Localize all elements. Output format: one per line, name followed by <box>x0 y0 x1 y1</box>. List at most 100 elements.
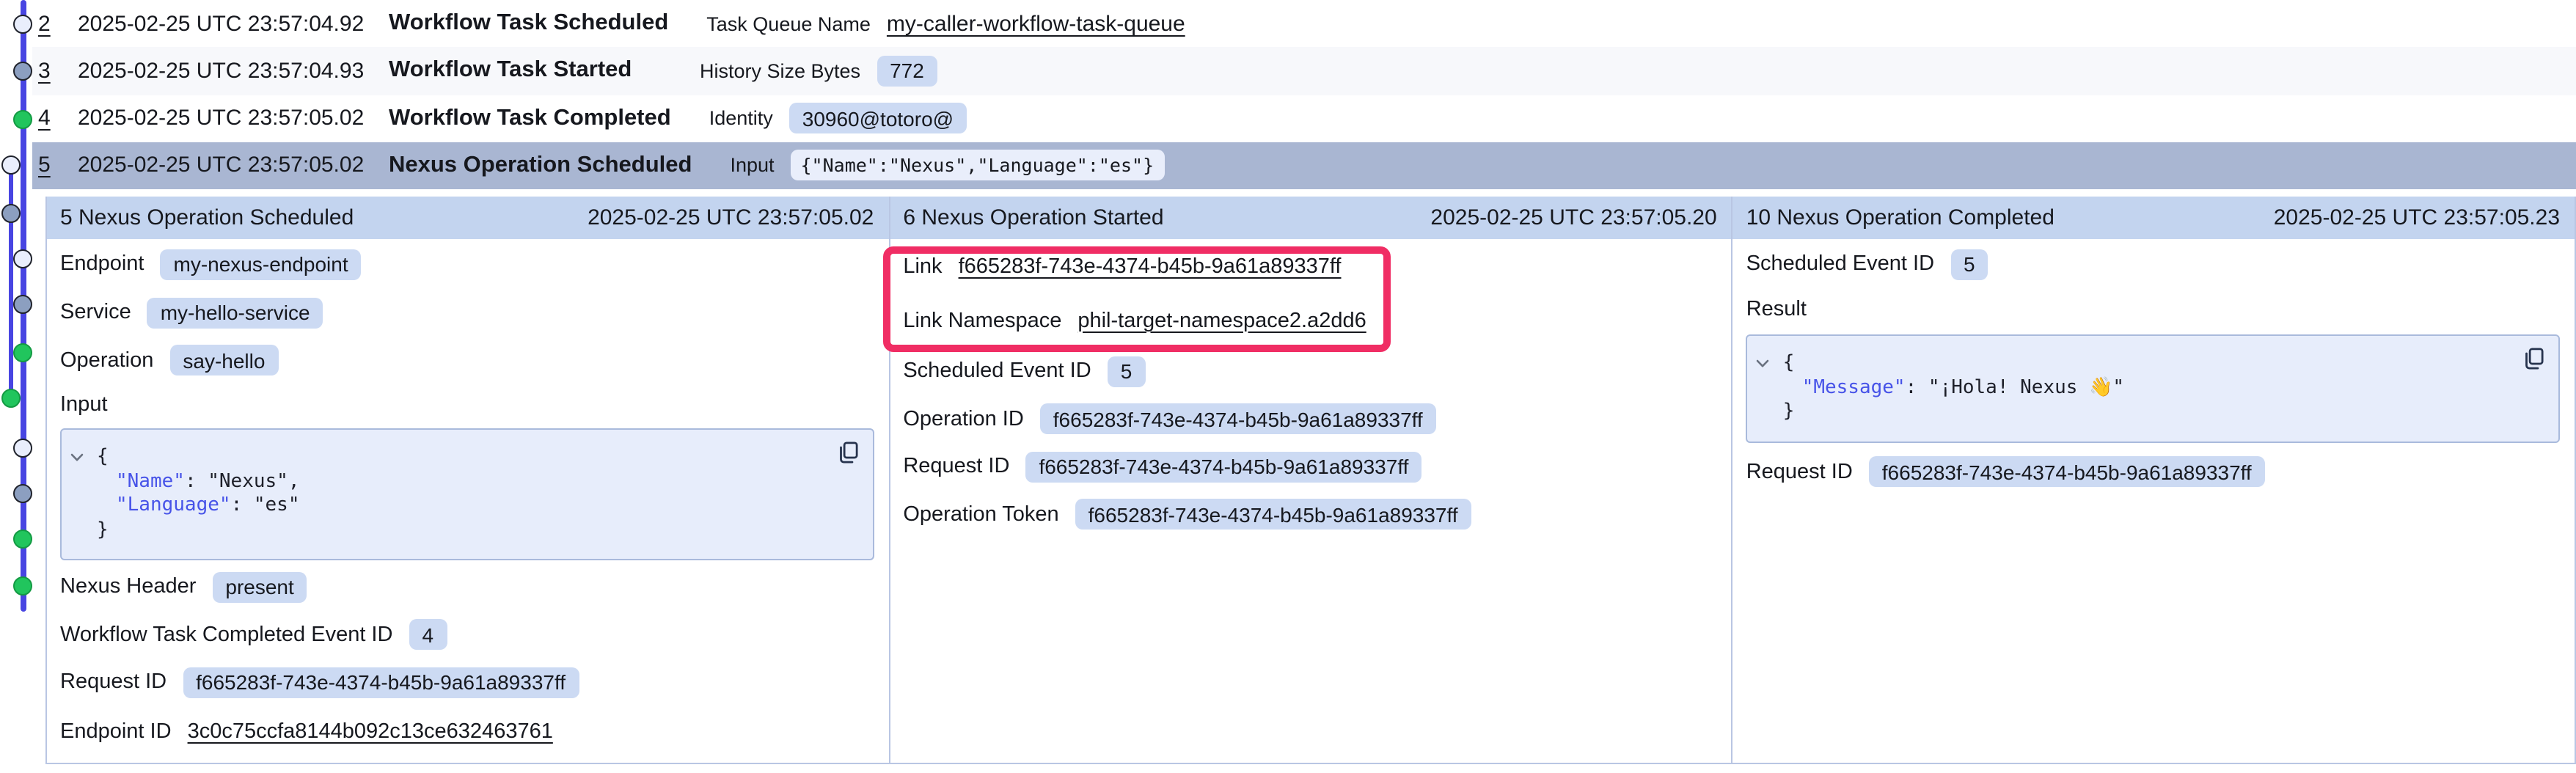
chevron-down-icon[interactable] <box>1757 359 1770 368</box>
field-label: Request ID <box>903 455 1009 479</box>
field-row-request-id: Request ID f665283f-743e-4374-b45b-9a61a8… <box>890 443 1731 491</box>
event-number-link[interactable]: 4 <box>38 106 78 131</box>
field-label: Nexus Header <box>60 576 196 599</box>
event-name: Workflow Task Scheduled <box>389 10 668 37</box>
field-row-operation: Operation say-hello <box>47 337 888 384</box>
field-label: Operation Token <box>903 503 1058 527</box>
field-value-badge: say-hello <box>169 345 278 376</box>
timeline-dot-gray <box>13 484 32 503</box>
json-text: : <box>231 494 254 516</box>
event-timestamp: 2025-02-25 UTC 23:57:05.02 <box>78 153 389 178</box>
panel-nexus-operation-scheduled: 5 Nexus Operation Scheduled 2025-02-25 U… <box>47 197 888 763</box>
event-attr-label: Task Queue Name <box>706 12 871 34</box>
json-text: } <box>97 519 109 541</box>
field-value-link[interactable]: phil-target-namespace2.a2dd6 <box>1077 309 1366 332</box>
field-label: Workflow Task Completed Event ID <box>60 623 392 647</box>
field-value-badge: 4 <box>409 620 447 651</box>
field-row-nexus-header: Nexus Headerpresent <box>47 563 888 611</box>
field-value-badge: f665283f-743e-4374-b45b-9a61a89337ff <box>183 667 579 698</box>
field-row-workflow-task-completed-event-id: Workflow Task Completed Event ID 4 <box>47 611 888 659</box>
field-label: Endpoint <box>60 252 144 276</box>
event-timestamp: 2025-02-25 UTC 23:57:05.02 <box>78 106 389 131</box>
panel-fields-0: Endpointmy-nexus-endpoint Service my-hello… <box>47 239 888 758</box>
panel-header: 5 Nexus Operation Scheduled 2025-02-25 U… <box>47 197 888 239</box>
event-attr-link[interactable]: my-caller-workflow-task-queue <box>887 11 1185 36</box>
json-text: : <box>185 470 208 492</box>
timeline-dot-green <box>1 389 21 408</box>
event-attr-label: History Size Bytes <box>700 60 860 82</box>
field-label: Scheduled Event ID <box>1746 252 1934 276</box>
json-key: "Name" <box>116 470 185 492</box>
code-line: "Name": "Nexus", <box>62 470 831 494</box>
event-attr-badge: 772 <box>877 56 937 87</box>
field-value-badge: f665283f-743e-4374-b45b-9a61a89337ff <box>1025 452 1421 483</box>
field-value-badge: f665283f-743e-4374-b45b-9a61a89337ff <box>1869 457 2265 488</box>
timeline-dot-green <box>13 109 32 128</box>
field-row-operation-token: Operation Token f665283f-743e-4374-b45b-9… <box>890 491 1731 538</box>
timeline-dot-white <box>13 438 32 457</box>
event-row-5[interactable]: 52025-02-25 UTC 23:57:05.02Nexus Operati… <box>32 142 2576 190</box>
timeline-line-left <box>9 164 13 399</box>
event-row-4[interactable]: 42025-02-25 UTC 23:57:05.02Workflow Task… <box>32 95 2576 142</box>
event-number-link[interactable]: 2 <box>38 11 78 36</box>
event-detail-panels: 5 Nexus Operation Scheduled 2025-02-25 U… <box>45 197 2576 764</box>
timeline-dot-white <box>1 155 21 174</box>
event-row-2[interactable]: 22025-02-25 UTC 23:57:04.92Workflow Task… <box>32 0 2576 48</box>
json-text: "Nexus", <box>208 470 299 492</box>
field-row-input: Input <box>47 384 888 425</box>
field-value-badge: f665283f-743e-4374-b45b-9a61a89337ff <box>1040 404 1436 435</box>
timeline-dot-gray <box>13 295 32 314</box>
json-text: { <box>1783 352 1795 374</box>
chevron-down-icon[interactable] <box>70 453 84 462</box>
field-label: Operation ID <box>903 408 1023 431</box>
event-number-link[interactable]: 3 <box>38 59 78 84</box>
timeline-dot-gray <box>13 62 32 81</box>
event-row-3[interactable]: 32025-02-25 UTC 23:57:04.93Workflow Task… <box>32 48 2576 95</box>
event-name: Workflow Task Completed <box>389 105 671 131</box>
field-value-link[interactable]: f665283f-743e-4374-b45b-9a61a89337ff <box>959 254 1342 278</box>
event-number-link[interactable]: 5 <box>38 153 78 178</box>
json-text: } <box>1783 400 1795 422</box>
event-attr-badge: 30960@totoro@ <box>789 103 967 133</box>
copy-icon <box>834 440 859 465</box>
event-attr-label: Input <box>730 155 774 177</box>
field-label: Operation <box>60 349 153 373</box>
code-line: { <box>1748 352 2517 376</box>
code-line: } <box>1748 400 2517 425</box>
event-name: Workflow Task Started <box>389 58 662 84</box>
field-value-badge: f665283f-743e-4374-b45b-9a61a89337ff <box>1075 499 1471 530</box>
timeline-dot-green <box>13 530 32 549</box>
event-timestamp: 2025-02-25 UTC 23:57:04.92 <box>78 11 389 36</box>
copy-button[interactable] <box>834 440 859 465</box>
json-text: { <box>97 446 109 468</box>
field-label: Service <box>60 301 131 325</box>
json-text: : <box>1906 376 1928 398</box>
timeline-dot-gray <box>1 203 21 222</box>
code-line: "Language": "es" <box>62 494 831 519</box>
field-row-endpoint: Endpointmy-nexus-endpoint <box>47 239 888 289</box>
field-row-link: Linkf665283f-743e-4374-b45b-9a61a89337ff <box>890 239 1731 293</box>
timeline-dot-white <box>13 249 32 268</box>
field-label: Input <box>60 393 108 417</box>
json-text: "¡Hola! Nexus 👋" <box>1928 376 2124 398</box>
field-row-endpoint-id: Endpoint ID 3c0c75ccfa8144b092c13ce632463… <box>47 706 888 758</box>
field-value-badge: 5 <box>1950 249 1988 279</box>
panel-title: 10 Nexus Operation Completed <box>1746 205 2054 230</box>
panel-fields-2: Scheduled Event ID5Result{"Message": "¡H… <box>1733 239 2575 496</box>
panel-header: 6 Nexus Operation Started 2025-02-25 UTC… <box>890 197 1731 239</box>
copy-button[interactable] <box>2520 346 2545 371</box>
field-label: Request ID <box>1746 461 1853 484</box>
code-line: "Message": "¡Hola! Nexus 👋" <box>1748 376 2517 400</box>
event-attr-label: Identity <box>709 107 773 129</box>
timeline-dot-green <box>13 576 32 595</box>
field-label: Endpoint ID <box>60 720 172 744</box>
field-value-link[interactable]: 3c0c75ccfa8144b092c13ce632463761 <box>188 720 553 744</box>
event-history-view: 22025-02-25 UTC 23:57:04.92Workflow Task… <box>0 0 2576 773</box>
field-row-operation-id: Operation ID f665283f-743e-4374-b45b-9a61… <box>890 395 1731 443</box>
field-value-badge: my-hello-service <box>147 298 323 329</box>
field-label: Request ID <box>60 671 167 695</box>
copy-icon <box>2520 346 2545 371</box>
event-name: Nexus Operation Scheduled <box>389 153 692 179</box>
json-text: "es" <box>254 494 300 516</box>
field-label: Scheduled Event ID <box>903 360 1091 384</box>
